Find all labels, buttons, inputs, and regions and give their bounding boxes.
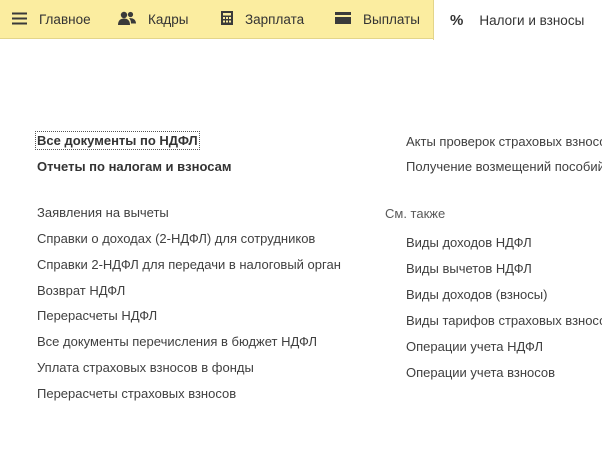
tab-main-label: Главное [39, 12, 91, 27]
ndfl-income-types-link[interactable]: Виды доходов НДФЛ [406, 235, 532, 250]
ndfl-operations-link[interactable]: Операции учета НДФЛ [406, 339, 543, 354]
contribution-income-types-link[interactable]: Виды доходов (взносы) [406, 287, 547, 302]
ndfl-budget-transfers-link[interactable]: Все документы перечисления в бюджет НДФЛ [37, 334, 317, 349]
main-content: Все документы по НДФЛ Отчеты по налогам … [0, 39, 602, 457]
percent-icon: % [450, 11, 464, 29]
tab-salary[interactable]: Зарплата [221, 0, 304, 39]
tab-taxes-label: Налоги и взносы [479, 12, 585, 28]
contribution-operations-link[interactable]: Операции учета взносов [406, 365, 555, 380]
tab-payments[interactable]: Выплаты [335, 0, 420, 39]
ndfl-deduction-types-link[interactable]: Виды вычетов НДФЛ [406, 261, 532, 276]
income-certificates-tax-office-link[interactable]: Справки 2-НДФЛ для передачи в налоговый … [37, 257, 341, 272]
tab-personnel[interactable]: Кадры [118, 0, 188, 39]
insurance-tariff-types-link[interactable]: Виды тарифов страховых взносо [406, 313, 602, 328]
insurance-contributions-payment-link[interactable]: Уплата страховых взносов в фонды [37, 360, 254, 375]
tax-reports-link[interactable]: Отчеты по налогам и взносам [37, 159, 231, 174]
wallet-icon [335, 12, 351, 27]
section-tab-bar: Главное Кадры Зарплата Выплаты % Налоги … [0, 0, 602, 40]
see-also-title: См. также [385, 206, 446, 221]
tab-salary-label: Зарплата [245, 12, 305, 27]
tab-main[interactable]: Главное [12, 0, 91, 39]
ndfl-refund-link[interactable]: Возврат НДФЛ [37, 283, 125, 298]
all-ndfl-documents-link[interactable]: Все документы по НДФЛ [35, 131, 200, 150]
calculator-icon [221, 11, 233, 28]
ndfl-recalculations-link[interactable]: Перерасчеты НДФЛ [37, 308, 157, 323]
tab-personnel-label: Кадры [148, 12, 189, 27]
tab-payments-label: Выплаты [363, 12, 420, 27]
deduction-applications-link[interactable]: Заявления на вычеты [37, 205, 169, 220]
income-certificates-employees-link[interactable]: Справки о доходах (2-НДФЛ) для сотрудник… [37, 231, 315, 246]
people-icon [118, 11, 136, 28]
insurance-contributions-recalc-link[interactable]: Перерасчеты страховых взносов [37, 386, 236, 401]
benefits-reimbursement-link[interactable]: Получение возмещений пособий [406, 159, 602, 174]
menu-icon [12, 12, 27, 28]
tab-taxes[interactable]: % Налоги и взносы [433, 0, 602, 40]
insurance-audit-acts-link[interactable]: Акты проверок страховых взносо [406, 134, 602, 149]
